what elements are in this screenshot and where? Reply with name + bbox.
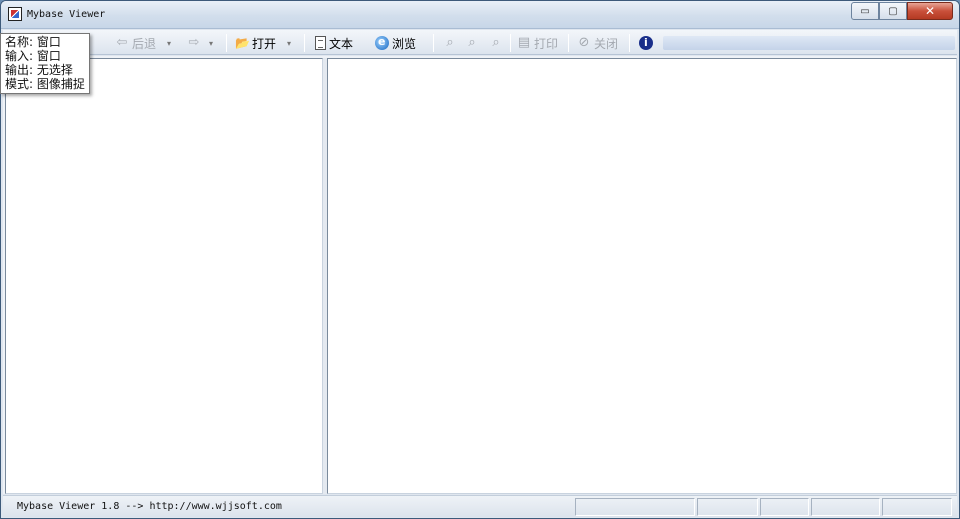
- toolbar-separator: [568, 34, 569, 52]
- tooltip-name-line: 名称: 窗口: [5, 35, 61, 49]
- print-button[interactable]: 打印: [517, 33, 558, 53]
- find-next-button[interactable]: [489, 33, 503, 53]
- status-message: Mybase Viewer 1.8 --> http://www.wjjsoft…: [17, 501, 282, 512]
- text-mode-button[interactable]: 文本: [315, 33, 353, 53]
- binoculars-left-icon: [443, 36, 457, 50]
- status-bar: Mybase Viewer 1.8 --> http://www.wjjsoft…: [3, 495, 957, 517]
- forward-dropdown-button[interactable]: ▾: [209, 33, 213, 53]
- maximize-button[interactable]: ▢: [879, 2, 907, 20]
- find-previous-button[interactable]: [443, 33, 457, 53]
- close-document-button[interactable]: 关闭: [577, 33, 618, 53]
- back-button[interactable]: 后退: [115, 33, 156, 53]
- main-toolbar: 后退 ▾ ▾ 打开 ▾ 文本 浏览: [3, 30, 957, 55]
- chevron-down-icon: ▾: [209, 38, 214, 48]
- tooltip-input-line: 输入: 窗口: [5, 49, 61, 63]
- back-button-label: 后退: [132, 36, 157, 51]
- mybase-viewer-window: Mybase Viewer ▭ ▢ ✕ 后退 ▾ ▾ 打开 ▾: [0, 0, 960, 519]
- text-mode-label: 文本: [329, 36, 354, 51]
- tooltip-mode-line: 模式: 图像捕捉: [5, 77, 85, 91]
- window-title: Mybase Viewer: [27, 9, 106, 20]
- printer-icon: [517, 36, 531, 50]
- caption-buttons: ▭ ▢ ✕: [851, 2, 953, 20]
- toolbar-separator: [304, 34, 305, 52]
- internet-explorer-icon: [375, 35, 389, 50]
- toolbar-separator: [433, 34, 434, 52]
- about-button[interactable]: [639, 33, 653, 53]
- minimize-button[interactable]: ▭: [851, 2, 879, 20]
- forward-arrow-icon: [187, 36, 201, 50]
- status-panel: [697, 498, 758, 516]
- browse-mode-button[interactable]: 浏览: [375, 33, 416, 53]
- print-button-label: 打印: [534, 36, 559, 51]
- close-window-button[interactable]: ✕: [907, 2, 953, 20]
- find-button[interactable]: [465, 33, 479, 53]
- open-folder-icon: [235, 36, 249, 50]
- main-content: [3, 56, 957, 494]
- outline-tree-pane[interactable]: [5, 58, 323, 494]
- open-button-label: 打开: [252, 36, 277, 51]
- back-arrow-icon: [115, 36, 129, 50]
- back-dropdown-button[interactable]: ▾: [167, 33, 171, 53]
- binoculars-icon: [465, 36, 479, 50]
- status-panel: [882, 498, 952, 516]
- no-entry-icon: [577, 36, 591, 50]
- close-document-label: 关闭: [594, 36, 619, 51]
- tooltip-output-line: 输出: 无选择: [5, 63, 73, 77]
- toolbar-separator: [629, 34, 630, 52]
- open-button[interactable]: 打开: [235, 33, 276, 53]
- forward-button[interactable]: [187, 33, 201, 53]
- toolbar-separator: [226, 34, 227, 52]
- binoculars-right-icon: [489, 36, 503, 50]
- open-dropdown-button[interactable]: ▾: [287, 33, 291, 53]
- title-bar[interactable]: Mybase Viewer ▭ ▢ ✕: [1, 1, 959, 29]
- mybase-app-icon[interactable]: [8, 7, 22, 21]
- document-icon: [315, 36, 326, 50]
- status-panel: [575, 498, 695, 516]
- chevron-down-icon: ▾: [287, 38, 292, 48]
- toolbar-separator: [510, 34, 511, 52]
- document-view-pane[interactable]: [327, 58, 957, 494]
- info-icon: [639, 36, 653, 50]
- status-panel: [760, 498, 809, 516]
- browse-mode-label: 浏览: [392, 36, 417, 51]
- chevron-down-icon: ▾: [167, 38, 172, 48]
- status-panel: [811, 498, 880, 516]
- toolbar-band: [663, 36, 955, 50]
- capture-info-tooltip: 名称: 窗口 输入: 窗口 输出: 无选择 模式: 图像捕捉: [0, 33, 90, 94]
